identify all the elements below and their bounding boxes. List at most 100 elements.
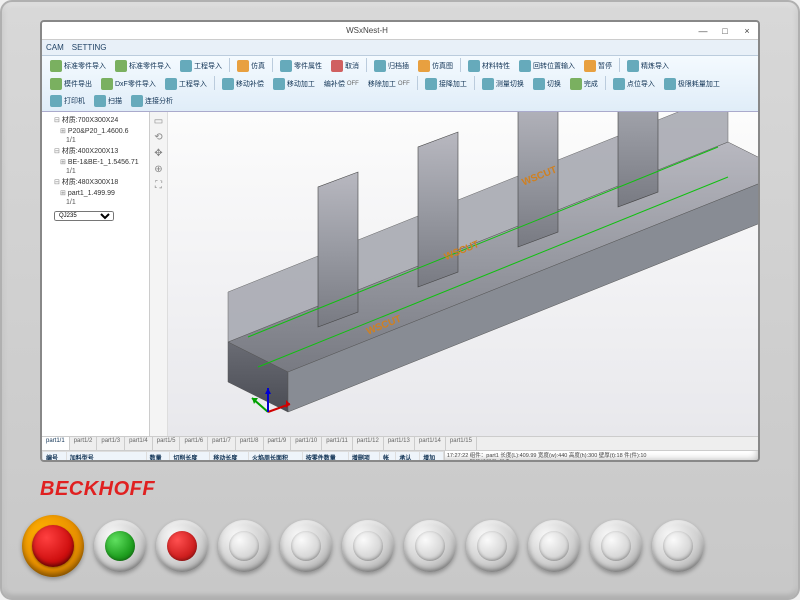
tab[interactable]: part1/13 [384, 437, 415, 450]
push-button-7[interactable] [590, 520, 642, 572]
tab[interactable]: part1/15 [446, 437, 477, 450]
tree-item[interactable]: 材质:480X300X18 [44, 176, 147, 188]
menu-cam[interactable]: CAM [46, 43, 64, 52]
tab[interactable]: part1/3 [97, 437, 125, 450]
btn-archive[interactable]: 归档插 [370, 58, 413, 74]
btn-pause[interactable]: 暂停 [580, 58, 616, 74]
3d-viewport[interactable]: WSCUT WSCUT WSCUT [168, 112, 758, 436]
tab[interactable]: part1/7 [208, 437, 236, 450]
btn-part-attr[interactable]: 零件属性 [276, 58, 326, 74]
btn-dxf-import[interactable]: DxF零件导入 [97, 76, 160, 92]
menubar: CAM SETTING [42, 40, 758, 56]
tab[interactable]: part1/5 [153, 437, 181, 450]
col-model[interactable]: 加料型号 [66, 452, 146, 463]
material-select[interactable]: QJ235 [54, 211, 147, 221]
btn-scan[interactable]: 扫描 [90, 93, 126, 109]
tree-item[interactable]: 材质:700X300X24 [44, 114, 147, 126]
btn-editcomp[interactable]: 编补偿OFF [320, 76, 363, 92]
separator [605, 76, 606, 90]
col-id[interactable]: 编号 [43, 452, 67, 463]
tab[interactable]: part1/8 [236, 437, 264, 450]
push-button-8[interactable] [652, 520, 704, 572]
workspace: 材质:700X300X24 P20&P20_1.4600.6 1/1 材质:40… [42, 112, 758, 436]
tree-item[interactable]: BE-1&BE-1_1.5456.71 [44, 157, 147, 167]
tab[interactable]: part1/12 [353, 437, 384, 450]
message-log[interactable]: 17:27:22 组件：part1 长度(L):409.99 宽度(w):440… [444, 451, 758, 462]
tab[interactable]: part1/9 [264, 437, 292, 450]
btn-measure[interactable]: 测量切换 [478, 76, 528, 92]
part-tree[interactable]: 材质:700X300X24 P20&P20_1.4600.6 1/1 材质:40… [42, 112, 149, 223]
maximize-button[interactable]: □ [715, 23, 735, 39]
tab[interactable]: part1/1 [42, 437, 70, 450]
tree-item[interactable]: 1/1 [44, 167, 147, 176]
btn-point[interactable]: 点位导入 [609, 76, 659, 92]
col-cutlen[interactable]: 切削长度 [170, 452, 210, 463]
btn-sim[interactable]: 仿真 [233, 58, 269, 74]
tab[interactable]: part1/2 [70, 437, 98, 450]
col-add[interactable]: 增加 [420, 452, 444, 463]
btn-matprop[interactable]: 材料特性 [464, 58, 514, 74]
rotate-icon[interactable]: ⟲ [153, 132, 165, 144]
tab[interactable]: part1/6 [180, 437, 208, 450]
col-approve[interactable]: 承认 [396, 452, 420, 463]
emergency-stop-button[interactable] [22, 515, 84, 577]
fit-icon[interactable]: ⛶ [153, 180, 165, 192]
push-button-2[interactable] [280, 520, 332, 572]
separator [417, 76, 418, 90]
col-partqty[interactable]: 按零件数量 [302, 452, 348, 463]
btn-limit[interactable]: 极限耗量加工 [660, 76, 724, 92]
ribbon-toolbar: 标准零件导入 标准零件导入 工程导入 仿真 零件属性 取消 归档插 仿真图 材料… [42, 56, 758, 112]
btn-mod-export[interactable]: 模件导出 [46, 76, 96, 92]
btn-print[interactable]: 打印机 [46, 93, 89, 109]
col-qty[interactable]: 数量 [146, 452, 170, 463]
menu-setting[interactable]: SETTING [72, 43, 107, 52]
refine-icon [627, 60, 639, 72]
push-button-5[interactable] [466, 520, 518, 572]
btn-removeproc[interactable]: 移除加工OFF [364, 76, 414, 92]
tree-item[interactable]: P20&P20_1.4600.6 [44, 126, 147, 136]
push-button-6[interactable] [528, 520, 580, 572]
tab[interactable]: part1/10 [291, 437, 322, 450]
btn-conn[interactable]: 连接分析 [127, 93, 177, 109]
tree-item[interactable]: 材质:400X200X13 [44, 145, 147, 157]
col-acct[interactable]: 帐 [380, 452, 396, 463]
start-button[interactable] [94, 520, 146, 572]
btn-movecomp[interactable]: 移动补偿 [218, 76, 268, 92]
data-table[interactable]: 编号 加料型号 数量 切削长度 移动长度 火焰周长面积 按零件数量 增删项 帐 … [42, 451, 444, 462]
tree-item[interactable]: 1/1 [44, 136, 147, 145]
tree-item[interactable]: 1/1 [44, 198, 147, 207]
btn-std-import2[interactable]: 标准零件导入 [111, 58, 175, 74]
tree-sidebar: 材质:700X300X24 P20&P20_1.4600.6 1/1 材质:40… [42, 112, 150, 436]
cursor-icon[interactable]: ▭ [153, 116, 165, 128]
btn-done[interactable]: 完成 [566, 76, 602, 92]
push-button-1[interactable] [218, 520, 270, 572]
col-area[interactable]: 火焰周长面积 [249, 452, 303, 463]
btn-std-import[interactable]: 标准零件导入 [46, 58, 110, 74]
pause-icon [584, 60, 596, 72]
col-adddel[interactable]: 增删项 [348, 452, 379, 463]
tab[interactable]: part1/4 [125, 437, 153, 450]
tab[interactable]: part1/11 [322, 437, 353, 450]
toggle-icon [533, 78, 545, 90]
btn-cancel[interactable]: 取消 [327, 58, 363, 74]
btn-refine[interactable]: 精炼导入 [623, 58, 673, 74]
tree-item[interactable]: part1_1.499.99 [44, 188, 147, 198]
application-screen: WSxNest-H — □ × CAM SETTING 标准零件导入 标准零件导… [40, 20, 760, 462]
btn-moveproc[interactable]: 移动加工 [269, 76, 319, 92]
btn-rotpos[interactable]: 回转位置输入 [515, 58, 579, 74]
btn-proj-import2[interactable]: 工程导入 [161, 76, 211, 92]
btn-simview[interactable]: 仿真图 [414, 58, 457, 74]
pan-icon[interactable]: ✥ [153, 148, 165, 160]
zoom-icon[interactable]: ⊕ [153, 164, 165, 176]
col-movelen[interactable]: 移动长度 [210, 452, 249, 463]
drop-icon [425, 78, 437, 90]
btn-proj-import[interactable]: 工程导入 [176, 58, 226, 74]
btn-dropproc[interactable]: 接降加工 [421, 76, 471, 92]
push-button-4[interactable] [404, 520, 456, 572]
tab[interactable]: part1/14 [415, 437, 446, 450]
stop-button[interactable] [156, 520, 208, 572]
close-button[interactable]: × [737, 23, 757, 39]
push-button-3[interactable] [342, 520, 394, 572]
minimize-button[interactable]: — [693, 23, 713, 39]
btn-toggle[interactable]: 切换 [529, 76, 565, 92]
